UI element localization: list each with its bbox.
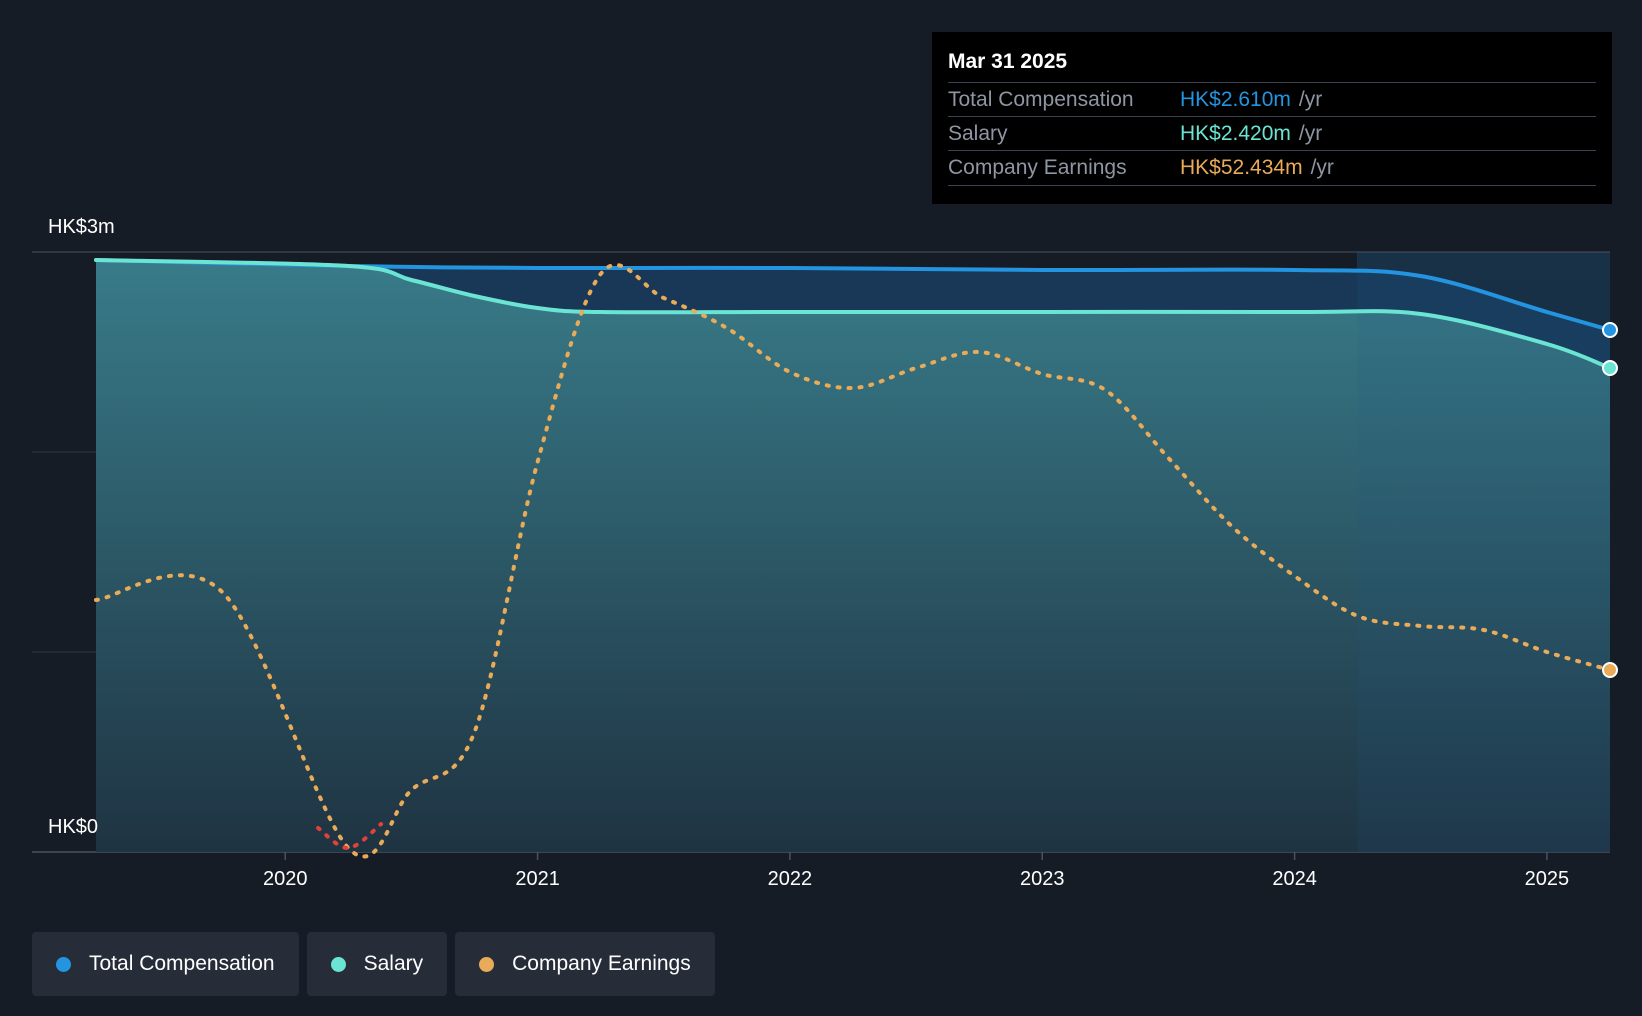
legend-item-company-earnings[interactable]: Company Earnings [455,932,715,996]
legend-dot-icon [479,956,495,972]
legend-item-total-compensation[interactable]: Total Compensation [32,932,299,996]
tooltip-label: Salary [948,122,1008,145]
x-tick-label: 2023 [1020,868,1065,890]
tooltip-unit: /yr [1298,122,1323,145]
tooltip-value: HK$2.610m [1180,88,1291,111]
y-axis-min-label: HK$0 [48,816,99,838]
tooltip-unit: /yr [1310,156,1334,179]
legend-label: Company Earnings [512,952,691,975]
x-tick-label: 2020 [263,868,308,890]
tooltip-value: HK$52.434m [1180,156,1303,179]
legend-label: Salary [363,952,424,975]
company-earnings-marker [1602,662,1618,678]
x-tick-label: 2022 [768,868,813,890]
tooltip-row-salary: Salary HK$2.420m /yr [948,116,1596,151]
x-tick-label: 2025 [1525,868,1570,890]
tooltip-value: HK$2.420m [1180,122,1291,145]
x-tick-label: 2021 [515,868,560,890]
total-compensation-marker [1602,322,1618,338]
y-axis-max-label: HK$3m [48,216,115,238]
tooltip-panel: Mar 31 2025 Total Compensation HK$2.610m… [932,32,1612,204]
tooltip-row-company-earnings: Company Earnings HK$52.434m /yr [948,150,1596,186]
tooltip-row-total-compensation: Total Compensation HK$2.610m /yr [948,82,1596,117]
tooltip-label: Company Earnings [948,156,1127,179]
tooltip-label: Total Compensation [948,88,1134,111]
tooltip-unit: /yr [1298,88,1323,111]
x-tick-label: 2024 [1272,868,1317,890]
legend-label: Total Compensation [89,952,275,975]
legend: Total Compensation Salary Company Earnin… [32,932,715,996]
legend-item-salary[interactable]: Salary [306,932,448,996]
legend-dot-icon [330,956,346,972]
salary-marker [1602,360,1618,376]
legend-dot-icon [56,956,71,972]
tooltip-date: Mar 31 2025 [948,50,1068,73]
recent-period-overlay [1357,252,1610,852]
